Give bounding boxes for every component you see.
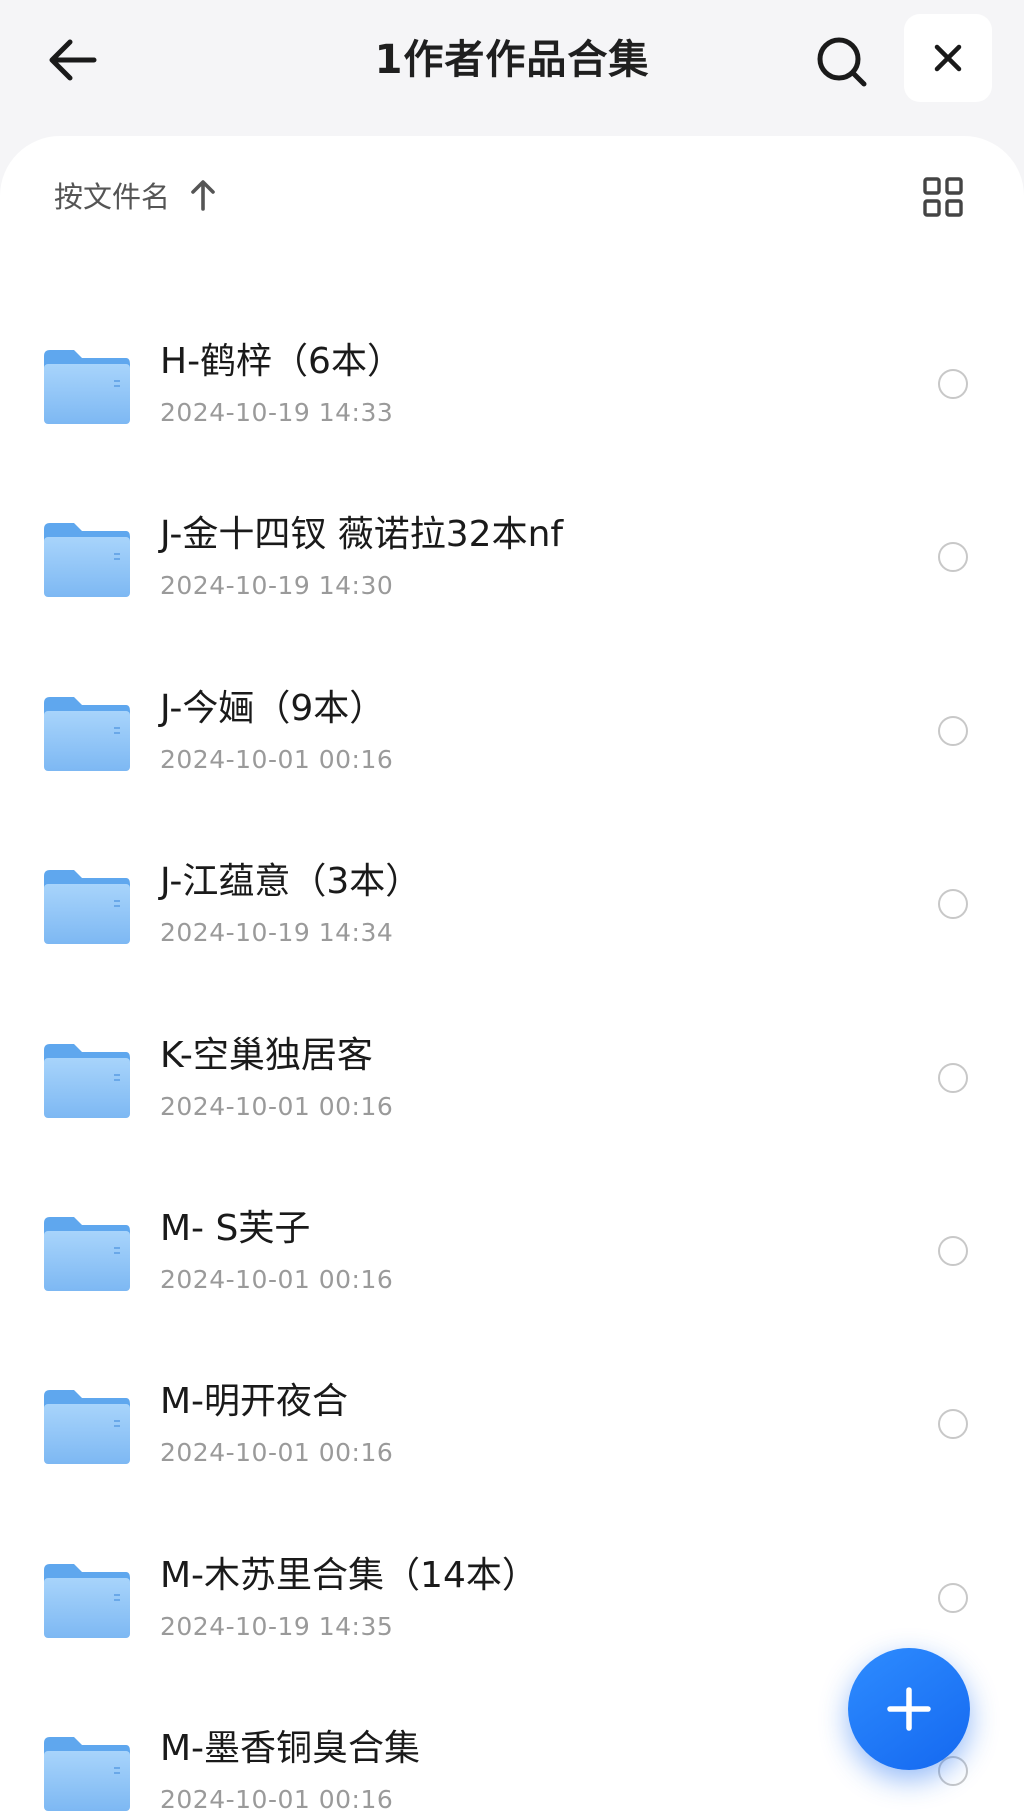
select-radio[interactable]	[938, 889, 968, 920]
file-date: 2024-10-19 14:35	[160, 1611, 394, 1641]
folder-icon	[44, 1216, 130, 1291]
close-button[interactable]	[904, 14, 992, 102]
sort-label: 按文件名	[54, 180, 171, 214]
file-date: 2024-10-19 14:34	[160, 918, 394, 948]
folder-icon	[44, 870, 130, 945]
folder-icon	[44, 523, 130, 598]
folder-icon	[44, 350, 130, 424]
search-icon	[817, 37, 867, 87]
select-radio[interactable]	[938, 1062, 968, 1093]
folder-icon	[44, 1563, 130, 1638]
file-name: M-墨香铜臭合集	[160, 1728, 421, 1770]
list-item[interactable]: J-金十四钗 薇诺拉32本nf 2024-10-19 14:30	[0, 481, 1024, 654]
select-radio[interactable]	[938, 542, 968, 573]
list-item[interactable]: J-今婳（9本） 2024-10-01 00:16	[0, 655, 1024, 828]
list-item[interactable]: J-江蕴意（3本） 2024-10-19 14:34	[0, 828, 1024, 1001]
file-date: 2024-10-19 14:33	[160, 398, 394, 427]
list-item[interactable]: M-明开夜合 2024-10-01 00:16	[0, 1348, 1024, 1521]
select-radio[interactable]	[938, 1756, 968, 1787]
top-bar: 1作者作品合集	[0, 0, 1024, 136]
file-browser-panel: 按文件名 H-鹤梓（6本） 2024-10-19 14:33 J-金十四钗 薇诺…	[0, 136, 1024, 1820]
select-radio[interactable]	[938, 715, 968, 746]
file-name: M-明开夜合	[160, 1381, 349, 1423]
select-radio[interactable]	[938, 369, 968, 399]
plus-icon	[887, 1687, 931, 1731]
list-item[interactable]: M- S芙子 2024-10-01 00:16	[0, 1175, 1024, 1348]
grid-view-button[interactable]	[918, 172, 968, 222]
list-item[interactable]: K-空巢独居客 2024-10-01 00:16	[0, 1002, 1024, 1175]
select-radio[interactable]	[938, 1409, 968, 1440]
file-name: J-今婳（9本）	[160, 687, 386, 729]
file-name: M-木苏里合集（14本）	[160, 1554, 538, 1596]
search-button[interactable]	[804, 24, 880, 100]
file-date: 2024-10-01 00:16	[160, 744, 394, 774]
file-date: 2024-10-19 14:30	[160, 571, 394, 601]
folder-icon	[44, 696, 130, 771]
select-radio[interactable]	[938, 1582, 968, 1613]
select-radio[interactable]	[938, 1235, 968, 1266]
grid-view-icon	[923, 177, 963, 217]
file-name: J-江蕴意（3本）	[160, 861, 422, 903]
file-name: K-空巢独居客	[160, 1034, 373, 1076]
folder-icon	[44, 1737, 130, 1812]
add-button[interactable]	[848, 1648, 970, 1770]
arrow-up-icon	[188, 177, 218, 213]
close-icon	[934, 44, 962, 72]
file-name: M- S芙子	[160, 1207, 311, 1249]
file-date: 2024-10-01 00:16	[160, 1264, 394, 1294]
file-date: 2024-10-01 00:16	[160, 1438, 394, 1468]
folder-icon	[44, 1043, 130, 1118]
file-date: 2024-10-01 00:16	[160, 1091, 394, 1121]
list-item[interactable]: H-鹤梓（6本） 2024-10-19 14:33	[0, 308, 1024, 481]
sort-control[interactable]: 按文件名	[54, 172, 218, 218]
folder-icon	[44, 1390, 130, 1465]
file-name: J-金十四钗 薇诺拉32本nf	[160, 514, 564, 556]
file-name: H-鹤梓（6本）	[160, 341, 403, 382]
file-list: H-鹤梓（6本） 2024-10-19 14:33 J-金十四钗 薇诺拉32本n…	[0, 308, 1024, 1820]
file-date: 2024-10-01 00:16	[160, 1785, 394, 1815]
